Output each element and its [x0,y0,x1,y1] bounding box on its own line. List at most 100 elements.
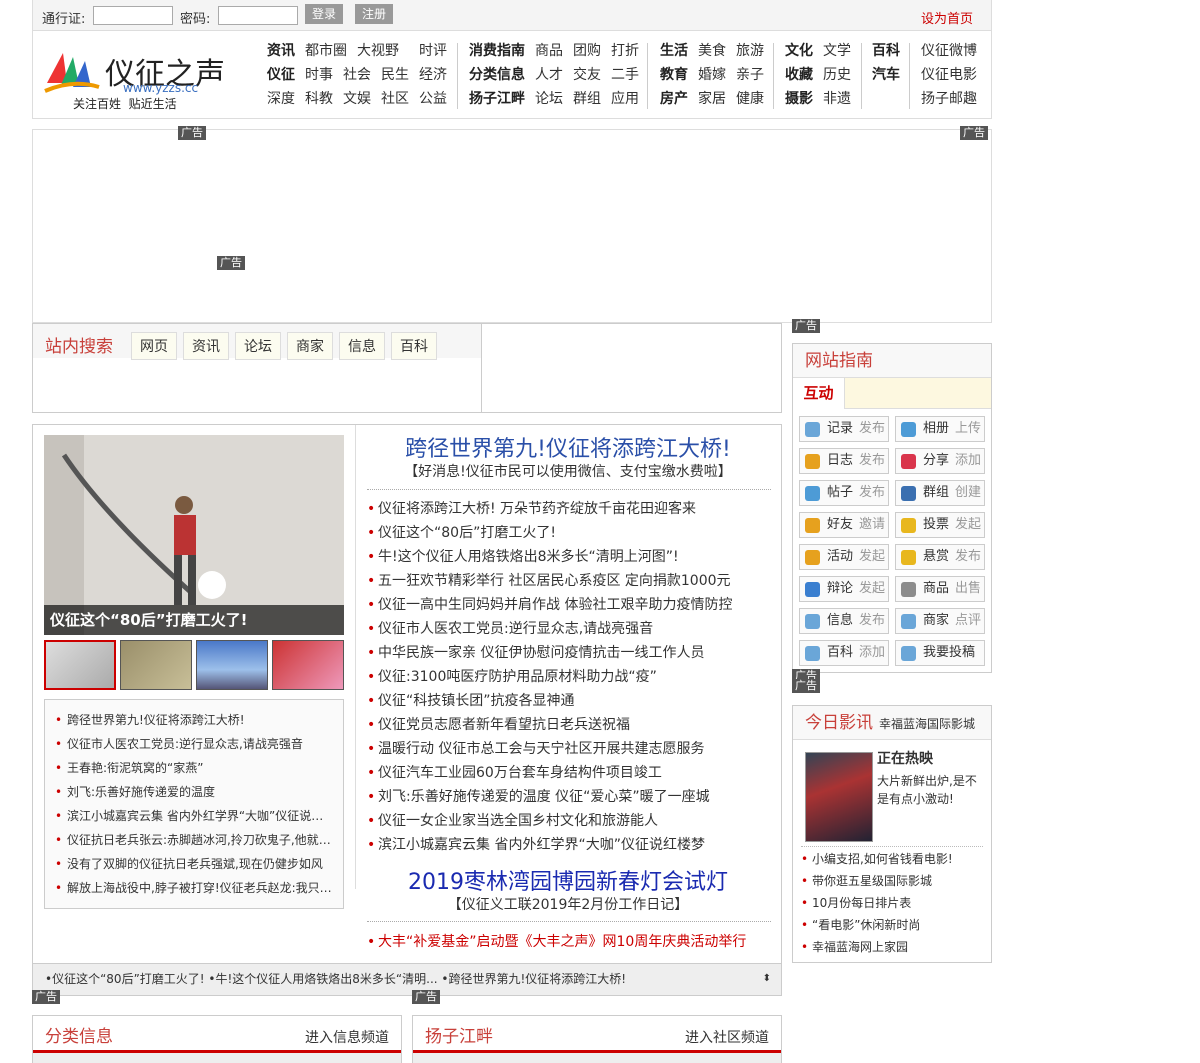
list-item[interactable]: 仪征市人医农工党员:逆行显众志,请战亮强音 [55,732,333,756]
nav-link[interactable]: 扬子邮趣 [921,87,977,111]
list-item[interactable]: 仪征市人医农工党员:逆行显众志,请战亮强音 [367,617,771,641]
nav-link[interactable]: 应用 [611,87,639,111]
guide-item[interactable]: 记录 发布 [799,416,889,442]
ticker-scroll-icon[interactable]: ⬍ [763,964,771,994]
nav-link[interactable]: 消费指南 [469,43,525,59]
cinema-name[interactable]: 幸福蓝海国际影城 [879,717,975,731]
guide-item[interactable]: 商品 出售 [895,576,985,602]
search-tab-shop[interactable]: 商家 [287,332,333,360]
nav-link[interactable]: 教育 [660,67,688,83]
set-home-link[interactable]: 设为首页 [921,8,973,27]
nav-link[interactable]: 汽车 [872,67,900,83]
guide-item[interactable]: 帖子 发布 [799,480,889,506]
list-item[interactable]: 仪征抗日老兵张云:赤脚趟冰河,拎刀砍鬼子,他就是当年的一员猛将 [55,828,333,852]
guide-item[interactable]: 分享 添加 [895,448,985,474]
nav-link[interactable]: 健康 [736,87,764,111]
list-item[interactable]: 仪征一高中生同妈妈并肩作战 体验社工艰辛助力疫情防控 [367,593,771,617]
headline2-title[interactable]: 2019枣林湾园博园新春灯会试灯 [363,864,773,896]
nav-link[interactable]: 婚嫁 [698,63,726,87]
headline-title[interactable]: 跨径世界第九!仪征将添跨江大桥! [363,431,773,463]
nav-link[interactable]: 社区 [381,87,409,111]
nav-link[interactable]: 大视野 [357,39,399,63]
list-item[interactable]: 仪征将添跨江大桥! 万朵节药齐绽放千亩花田迎客来 [367,497,771,521]
guide-item[interactable]: 商家 点评 [895,608,985,634]
password-input[interactable] [218,6,298,25]
list-item[interactable]: 刘飞:乐善好施传递爱的温度 [55,780,333,804]
list-item[interactable]: 滨江小城嘉宾云集 省内外红学界“大咖”仪征说红楼梦 [367,833,771,857]
list-item[interactable]: 仪征:3100吨医疗防护用品原材料助力战“疫” [367,665,771,689]
panel-link[interactable]: 进入社区频道 [685,1027,769,1047]
nav-link[interactable]: 分类信息 [469,67,525,83]
nav-link[interactable]: 科教 [305,87,333,111]
guide-item[interactable]: 投票 发起 [895,512,985,538]
nav-link[interactable]: 时评 [419,39,447,63]
nav-link[interactable]: 文学 [823,39,851,63]
list-item[interactable]: 大丰“补爱基金”启动暨《大丰之声》网10周年庆典活动举行 [367,930,747,954]
list-item[interactable]: 带你逛五星级国际影城 [801,870,953,892]
guide-tab-interact[interactable]: 互动 [793,378,845,409]
nav-link[interactable]: 非遗 [823,87,851,111]
nav-link[interactable]: 人才 [535,63,563,87]
nav-link[interactable]: 扬子江畔 [469,91,525,107]
nav-link[interactable]: 百科 [872,43,900,59]
list-item[interactable]: 仪征党员志愿者新年看望抗日老兵送祝福 [367,713,771,737]
nav-link[interactable]: 打折 [611,39,639,63]
news-ticker[interactable]: •仪征这个“80后”打磨工火了! •牛!这个仪征人用烙铁烙出8米多长“清明...… [33,963,781,995]
list-item[interactable]: 仪征这个“80后”打磨工火了! [367,521,771,545]
nav-link[interactable]: 群组 [573,87,601,111]
list-item[interactable]: 跨径世界第九!仪征将添跨江大桥! [55,708,333,732]
headline2-subtitle[interactable]: 【仪征义工联2019年2月份工作日记】 [363,894,773,914]
register-button[interactable]: 注册 [355,4,393,24]
headline-subtitle[interactable]: 【好消息!仪征市民可以使用微信、支付宝缴水费啦】 [363,461,773,481]
banner-ad[interactable]: 广告 广告 广告 [32,126,992,323]
nav-link[interactable]: 仪征微博 [921,39,977,63]
nav-link[interactable]: 文娱 [343,87,371,111]
panel-link[interactable]: 进入信息频道 [305,1027,389,1047]
list-item[interactable]: 幸福蓝海网上家园 [801,936,953,958]
nav-link[interactable]: 亲子 [736,63,764,87]
nav-link[interactable]: 经济 [419,63,447,87]
list-item[interactable]: 牛!这个仪征人用烙铁烙出8米多长“清明上河图”! [367,545,771,569]
nav-link[interactable]: 房产 [660,91,688,107]
slideshow-photo[interactable]: 仪征这个“80后”打磨工火了! [44,435,344,635]
nav-link[interactable]: 民生 [381,63,409,87]
nav-link[interactable]: 时事 [305,63,333,87]
nav-link[interactable]: 论坛 [535,87,563,111]
nav-link[interactable]: 团购 [573,39,601,63]
nav-link[interactable]: 社会 [343,63,371,87]
search-tab-info[interactable]: 信息 [339,332,385,360]
list-item[interactable]: 小编支招,如何省钱看电影! [801,848,953,870]
nav-link[interactable]: 资讯 [267,43,295,59]
movie-poster[interactable] [805,752,873,842]
guide-item[interactable]: 活动 发起 [799,544,889,570]
guide-item[interactable]: 好友 邀请 [799,512,889,538]
nav-link[interactable]: 摄影 [785,91,813,107]
nav-link[interactable]: 深度 [267,87,295,111]
guide-item[interactable]: 百科 添加 [799,640,889,666]
search-tab-web[interactable]: 网页 [131,332,177,360]
nav-link[interactable]: 生活 [660,43,688,59]
list-item[interactable]: “看电影”休闲新时尚 [801,914,953,936]
slide-thumb-3[interactable] [196,640,268,690]
nav-link[interactable]: 仪征 [267,67,295,83]
slide-thumb-2[interactable] [120,640,192,690]
nav-link[interactable]: 公益 [419,87,447,111]
guide-item[interactable]: 辩论 发起 [799,576,889,602]
guide-item[interactable]: 日志 发布 [799,448,889,474]
search-tab-wiki[interactable]: 百科 [391,332,437,360]
list-item[interactable]: 王春艳:衔泥筑窝的“家燕” [55,756,333,780]
list-item[interactable]: 10月份每日排片表 [801,892,953,914]
guide-item[interactable]: 群组 创建 [895,480,985,506]
passport-input[interactable] [93,6,173,25]
list-item[interactable]: 五一狂欢节精彩举行 社区居民心系疫区 定向捐款1000元 [367,569,771,593]
nav-link[interactable]: 仪征电影 [921,63,977,87]
nav-link[interactable]: 二手 [611,63,639,87]
guide-item[interactable]: 相册 上传 [895,416,985,442]
list-item[interactable]: 仪征汽车工业园60万台套车身结构件项目竣工 [367,761,771,785]
nav-link[interactable]: 收藏 [785,67,813,83]
list-item[interactable]: 解放上海战役中,脖子被打穿!仪征老兵赵龙:我只是个幸存者 [55,876,333,900]
nav-link[interactable]: 商品 [535,39,563,63]
list-item[interactable]: 滨江小城嘉宾云集 省内外红学界“大咖”仪征说红楼梦 [55,804,333,828]
nav-link[interactable]: 交友 [573,63,601,87]
list-item[interactable]: 温暖行动 仪征市总工会与天宁社区开展共建志愿服务 [367,737,771,761]
